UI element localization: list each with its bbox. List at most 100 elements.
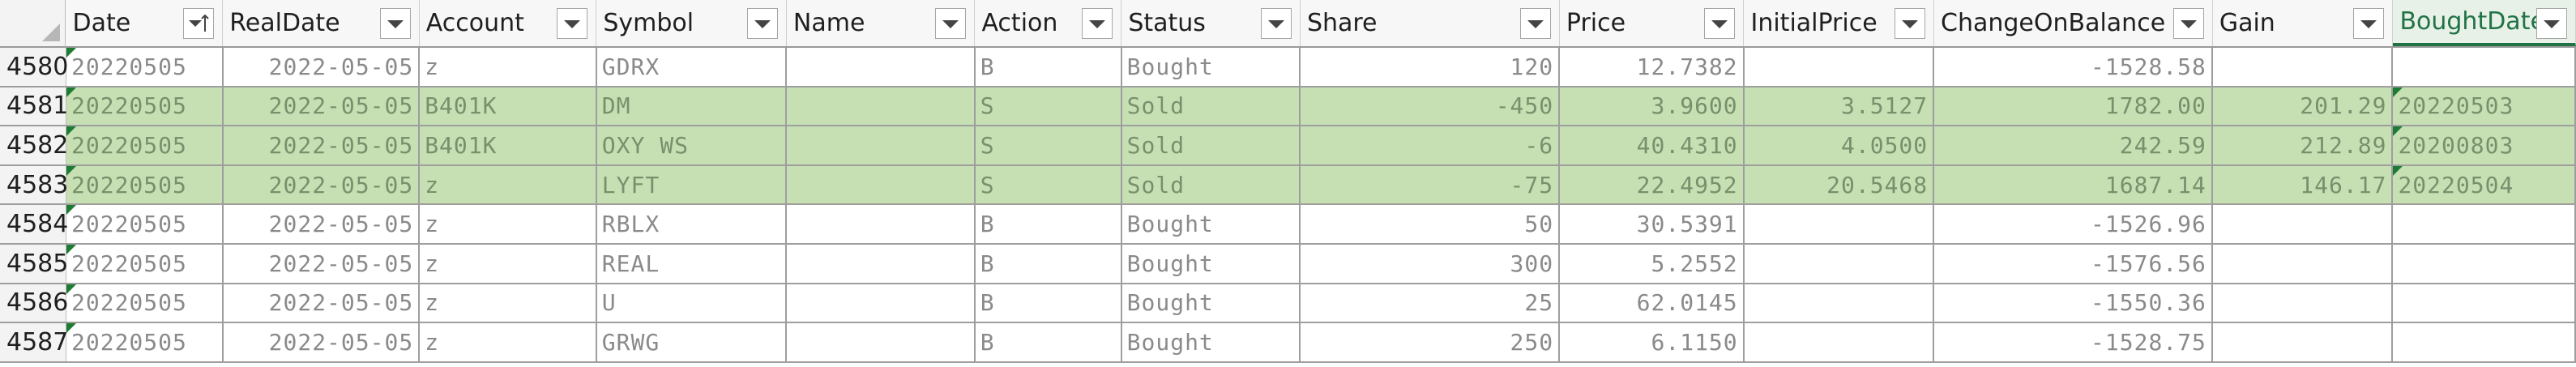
- cell-initialprice[interactable]: 20.5468: [1744, 165, 1935, 204]
- cell-realdate[interactable]: 2022-05-05: [223, 87, 421, 126]
- cell-name[interactable]: [787, 323, 976, 361]
- cell-share[interactable]: 300: [1301, 244, 1561, 283]
- cell-name[interactable]: [787, 87, 976, 126]
- cell-account[interactable]: z: [420, 323, 597, 361]
- header-price[interactable]: Price: [1559, 0, 1745, 46]
- cell-boughtdate[interactable]: [2393, 48, 2576, 86]
- cell-share[interactable]: -6: [1301, 126, 1561, 164]
- row-number[interactable]: 4582: [0, 126, 68, 164]
- cell-gain[interactable]: [2213, 284, 2394, 322]
- row-number[interactable]: 4587: [0, 323, 68, 361]
- cell-name[interactable]: [787, 284, 976, 322]
- cell-date[interactable]: 20220505: [66, 284, 224, 322]
- cell-changeonbalance[interactable]: 1687.14: [1934, 165, 2213, 204]
- cell-date[interactable]: 20220505: [66, 244, 224, 283]
- filter-button[interactable]: [1895, 8, 1926, 39]
- cell-boughtdate[interactable]: [2393, 205, 2576, 243]
- filter-button[interactable]: [1082, 8, 1113, 39]
- cell-name[interactable]: [787, 244, 976, 283]
- cell-realdate[interactable]: 2022-05-05: [224, 244, 421, 283]
- cell-initialprice[interactable]: [1745, 284, 1935, 322]
- cell-changeonbalance[interactable]: 242.59: [1934, 126, 2213, 164]
- cell-account[interactable]: B401K: [420, 126, 597, 164]
- cell-status[interactable]: Bought: [1122, 205, 1301, 243]
- header-action[interactable]: Action: [975, 0, 1122, 46]
- cell-share[interactable]: -450: [1301, 87, 1561, 126]
- cell-changeonbalance[interactable]: -1576.56: [1934, 244, 2213, 283]
- cell-status[interactable]: Sold: [1121, 126, 1301, 164]
- cell-symbol[interactable]: GRWG: [597, 323, 788, 361]
- row-number[interactable]: 4580: [0, 48, 68, 86]
- cell-initialprice[interactable]: [1745, 48, 1935, 86]
- cell-account[interactable]: z: [420, 48, 597, 86]
- cell-account[interactable]: z: [420, 284, 597, 322]
- cell-status[interactable]: Bought: [1122, 48, 1301, 86]
- cell-symbol[interactable]: REAL: [597, 244, 788, 283]
- cell-gain[interactable]: [2213, 48, 2394, 86]
- cell-realdate[interactable]: 2022-05-05: [224, 284, 421, 322]
- cell-boughtdate[interactable]: [2393, 244, 2576, 283]
- header-changeonbalance[interactable]: ChangeOnBalance: [1934, 0, 2213, 46]
- filter-button[interactable]: [2536, 8, 2568, 39]
- cell-share[interactable]: 250: [1301, 323, 1561, 361]
- filter-button[interactable]: [1704, 8, 1736, 39]
- cell-price[interactable]: 6.1150: [1560, 323, 1745, 361]
- cell-gain[interactable]: 146.17: [2212, 165, 2394, 204]
- cell-realdate[interactable]: 2022-05-05: [224, 205, 421, 243]
- header-boughtdate[interactable]: BoughtDate: [2393, 0, 2576, 46]
- cell-gain[interactable]: [2213, 323, 2394, 361]
- cell-name[interactable]: [787, 165, 976, 204]
- cell-price[interactable]: 62.0145: [1560, 284, 1745, 322]
- filter-button[interactable]: [557, 8, 588, 39]
- filter-button[interactable]: [935, 8, 967, 39]
- cell-realdate[interactable]: 2022-05-05: [224, 48, 421, 86]
- row-number[interactable]: 4581: [0, 87, 68, 126]
- header-account[interactable]: Account: [419, 0, 597, 46]
- cell-changeonbalance[interactable]: -1528.58: [1934, 48, 2213, 86]
- cell-gain[interactable]: [2213, 205, 2394, 243]
- cell-date[interactable]: 20220505: [66, 87, 224, 126]
- cell-action[interactable]: B: [976, 244, 1122, 283]
- cell-action[interactable]: S: [975, 126, 1122, 164]
- cell-account[interactable]: z: [420, 165, 597, 204]
- cell-account[interactable]: z: [420, 205, 597, 243]
- filter-button[interactable]: [2353, 8, 2385, 39]
- cell-action[interactable]: B: [976, 48, 1122, 86]
- header-symbol[interactable]: Symbol: [596, 0, 787, 46]
- cell-changeonbalance[interactable]: -1550.36: [1934, 284, 2213, 322]
- cell-action[interactable]: S: [975, 165, 1122, 204]
- cell-boughtdate[interactable]: 20220504: [2393, 165, 2576, 204]
- cell-action[interactable]: B: [976, 205, 1122, 243]
- cell-symbol[interactable]: OXY WS: [596, 126, 788, 164]
- cell-changeonbalance[interactable]: -1526.96: [1934, 205, 2213, 243]
- cell-gain[interactable]: 212.89: [2212, 126, 2394, 164]
- filter-button[interactable]: [746, 8, 778, 39]
- cell-symbol[interactable]: LYFT: [596, 165, 788, 204]
- cell-date[interactable]: 20220505: [66, 126, 224, 164]
- cell-realdate[interactable]: 2022-05-05: [223, 126, 421, 164]
- cell-price[interactable]: 22.4952: [1560, 165, 1745, 204]
- cell-symbol[interactable]: DM: [596, 87, 788, 126]
- cell-status[interactable]: Sold: [1121, 165, 1301, 204]
- row-number[interactable]: 4585: [0, 244, 68, 283]
- cell-boughtdate[interactable]: [2393, 323, 2576, 361]
- filter-button[interactable]: [1260, 8, 1292, 39]
- header-realdate[interactable]: RealDate: [223, 0, 420, 46]
- header-name[interactable]: Name: [786, 0, 976, 46]
- cell-symbol[interactable]: U: [597, 284, 788, 322]
- cell-gain[interactable]: 201.29: [2212, 87, 2394, 126]
- header-share[interactable]: Share: [1300, 0, 1560, 46]
- cell-status[interactable]: Bought: [1122, 323, 1301, 361]
- cell-changeonbalance[interactable]: 1782.00: [1934, 87, 2213, 126]
- cell-status[interactable]: Bought: [1122, 244, 1301, 283]
- cell-account[interactable]: z: [420, 244, 597, 283]
- cell-action[interactable]: B: [976, 284, 1122, 322]
- cell-date[interactable]: 20220505: [66, 48, 224, 86]
- cell-share[interactable]: 120: [1301, 48, 1561, 86]
- header-status[interactable]: Status: [1121, 0, 1301, 46]
- cell-action[interactable]: S: [975, 87, 1122, 126]
- cell-gain[interactable]: [2213, 244, 2394, 283]
- select-all-corner[interactable]: [0, 0, 66, 46]
- cell-realdate[interactable]: 2022-05-05: [223, 165, 421, 204]
- row-number[interactable]: 4586: [0, 284, 68, 322]
